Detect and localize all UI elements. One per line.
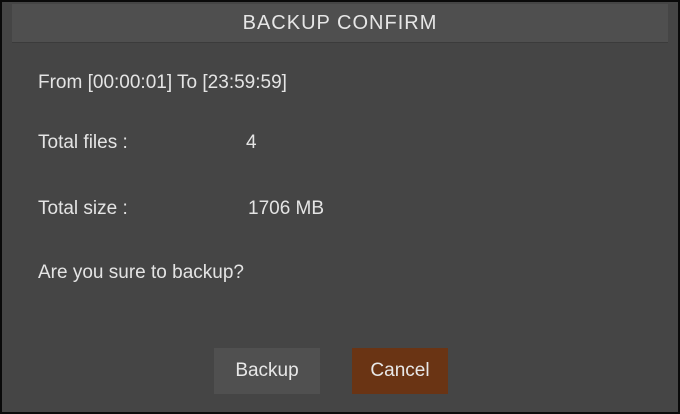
total-size-value: 1706 MB xyxy=(248,198,325,219)
total-files-value: 4 xyxy=(246,132,257,153)
confirm-question: Are you sure to backup? xyxy=(38,262,244,283)
dialog-title: BACKUP CONFIRM xyxy=(12,4,668,43)
total-size-label: Total size : xyxy=(38,198,128,219)
total-files-label: Total files : xyxy=(38,132,128,153)
time-range-text: From [00:00:01] To [23:59:59] xyxy=(38,72,287,93)
backup-button[interactable]: Backup xyxy=(214,348,320,394)
cancel-button[interactable]: Cancel xyxy=(352,348,448,394)
backup-confirm-dialog: BACKUP CONFIRM From [00:00:01] To [23:59… xyxy=(0,0,680,414)
